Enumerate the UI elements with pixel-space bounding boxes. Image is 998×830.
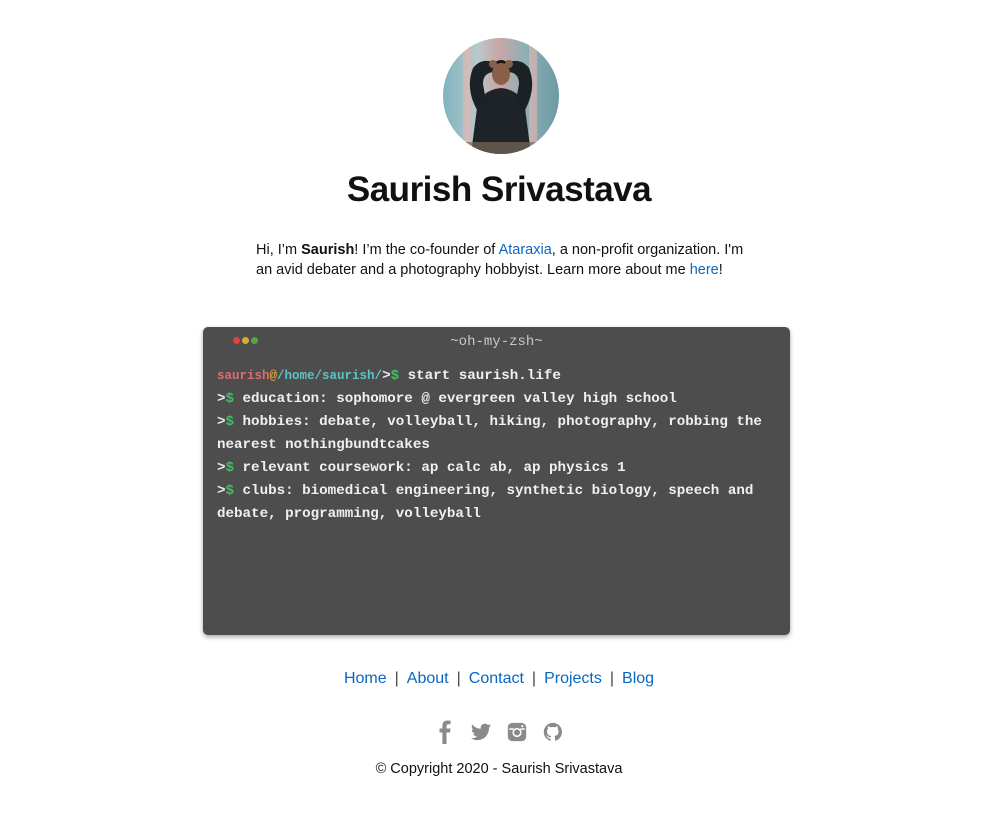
prompt-dollar: $ <box>225 483 235 499</box>
intro-text-3: ! <box>718 262 723 278</box>
prompt-dollar: $ <box>225 460 235 476</box>
terminal-clubs: clubs: biomedical engineering, synthetic… <box>217 483 754 522</box>
prompt-gt: > <box>382 368 391 384</box>
intro-name: Saurish <box>301 242 355 258</box>
terminal-command-line: saurish@/home/saurish/>$ start saurish.l… <box>217 365 777 388</box>
intro-paragraph: Hi, I’m Saurish! I’m the co-founder of A… <box>256 240 756 280</box>
ataraxia-link[interactable]: Ataraxia <box>499 242 552 258</box>
terminal-output-line: >$ relevant coursework: ap calc ab, ap p… <box>217 457 777 480</box>
terminal-output-line: >$ hobbies: debate, volleyball, hiking, … <box>217 411 777 457</box>
terminal-window: ~oh-my-zsh~ saurish@/home/saurish/>$ sta… <box>203 327 790 635</box>
prompt-dollar: $ <box>225 391 235 407</box>
footer-nav: Home | About | Contact | Projects | Blog <box>0 670 998 688</box>
nav-link-about[interactable]: About <box>407 670 449 687</box>
terminal-coursework: relevant coursework: ap calc ab, ap phys… <box>234 460 626 476</box>
github-icon[interactable] <box>542 718 564 744</box>
avatar-photo <box>443 38 559 154</box>
page: Saurish Srivastava Hi, I’m Saurish! I’m … <box>0 0 998 830</box>
copyright: © Copyright 2020 - Saurish Srivastava <box>375 761 623 777</box>
facebook-icon[interactable] <box>434 718 456 744</box>
nav-link-contact[interactable]: Contact <box>469 670 524 687</box>
nav-link-projects[interactable]: Projects <box>544 670 602 687</box>
twitter-icon[interactable] <box>470 718 492 744</box>
terminal-output-line: >$ education: sophomore @ evergreen vall… <box>217 388 777 411</box>
prompt-dollar: $ <box>390 368 400 384</box>
prompt-dollar: $ <box>225 414 235 430</box>
page-title: Saurish Srivastava <box>346 170 652 209</box>
intro-text-1: ! I’m the co-founder of <box>354 242 499 258</box>
nav-link-blog[interactable]: Blog <box>622 670 654 687</box>
prompt-gt: > <box>217 460 226 476</box>
prompt-gt: > <box>217 391 226 407</box>
nav-separator: | <box>456 670 461 687</box>
prompt-path: /home/saurish/ <box>277 369 383 383</box>
nav-link-home[interactable]: Home <box>344 670 387 687</box>
prompt-gt: > <box>217 414 226 430</box>
instagram-icon[interactable] <box>506 718 528 744</box>
prompt-user: saurish <box>217 369 270 383</box>
terminal-output-line: >$ clubs: biomedical engineering, synthe… <box>217 480 777 526</box>
terminal-education: education: sophomore @ evergreen valley … <box>234 391 677 407</box>
avatar <box>443 38 559 154</box>
prompt-at: @ <box>269 369 278 383</box>
about-here-link[interactable]: here <box>690 262 719 278</box>
terminal-hobbies: hobbies: debate, volleyball, hiking, pho… <box>217 414 762 453</box>
terminal-body: saurish@/home/saurish/>$ start saurish.l… <box>217 365 777 526</box>
terminal-command: start saurish.life <box>399 368 561 384</box>
prompt-gt: > <box>217 483 226 499</box>
nav-separator: | <box>609 670 615 687</box>
nav-separator: | <box>531 670 537 687</box>
social-links <box>0 718 998 744</box>
terminal-title: ~oh-my-zsh~ <box>450 334 543 350</box>
intro-greeting: Hi, I’m <box>256 242 302 258</box>
nav-separator: | <box>394 670 399 687</box>
